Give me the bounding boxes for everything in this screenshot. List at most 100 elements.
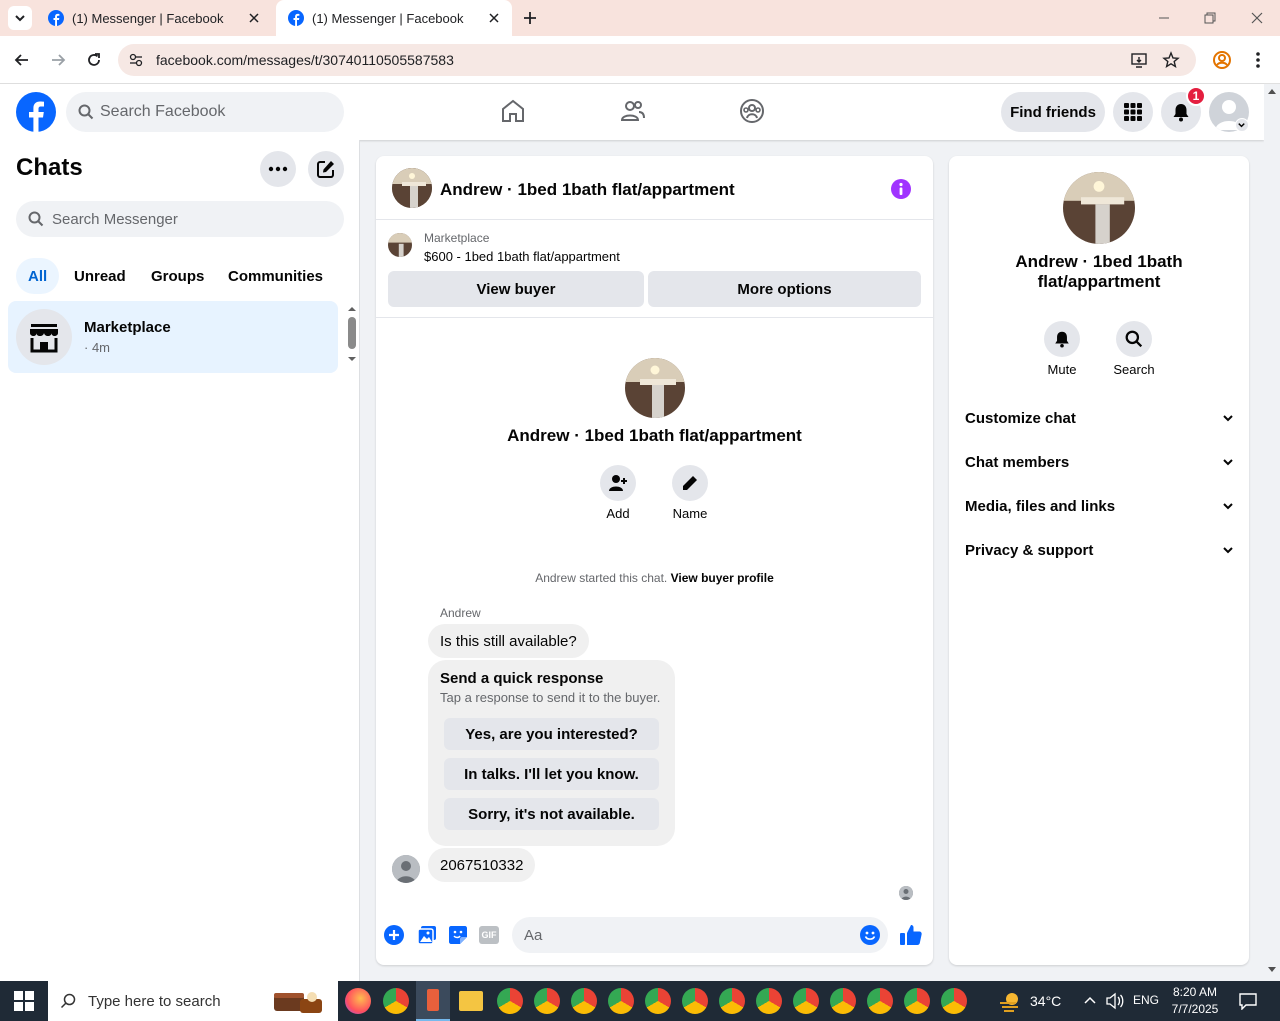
menu-grid-button[interactable] <box>1113 92 1153 132</box>
browser-tab-1[interactable]: (1) Messenger | Facebook <box>36 0 272 36</box>
more-actions-button[interactable] <box>384 925 404 945</box>
message-input[interactable]: Aa <box>512 917 888 953</box>
chrome-profile-taskbar-icon[interactable] <box>867 988 893 1014</box>
chrome-profile-taskbar-icon[interactable] <box>719 988 745 1014</box>
chrome-profile-taskbar-icon[interactable] <box>534 988 560 1014</box>
filter-all[interactable]: All <box>16 258 60 294</box>
weather-widget[interactable]: 34°C <box>998 988 1064 1014</box>
privacy-support-section[interactable]: Privacy & support <box>965 535 1235 565</box>
new-tab-button[interactable] <box>520 8 540 28</box>
chat-members-section[interactable]: Chat members <box>965 447 1235 477</box>
browser-menu-button[interactable] <box>1250 50 1266 70</box>
chrome-profile-taskbar-icon[interactable] <box>904 988 930 1014</box>
scroll-down-arrow-icon[interactable] <box>346 355 358 363</box>
scroll-up-arrow-icon[interactable] <box>1268 88 1276 94</box>
chrome-profile-taskbar-icon[interactable] <box>571 988 597 1014</box>
sender-avatar[interactable] <box>392 855 420 883</box>
facebook-search-input[interactable]: Search Facebook <box>66 92 344 132</box>
close-window-button[interactable] <box>1249 10 1265 26</box>
install-app-icon[interactable] <box>1130 51 1148 69</box>
volume-button[interactable] <box>1105 992 1125 1010</box>
back-button[interactable] <box>12 50 32 70</box>
chrome-profile-taskbar-icon[interactable] <box>756 988 782 1014</box>
quick-response-in-talks[interactable]: In talks. I'll let you know. <box>444 758 659 790</box>
media-files-links-section[interactable]: Media, files and links <box>965 491 1235 521</box>
listing-title[interactable]: $600 - 1bed 1bath flat/appartment <box>424 249 620 264</box>
find-friends-button[interactable]: Find friends <box>1001 92 1105 132</box>
header-avatar[interactable] <box>392 168 432 208</box>
nav-home[interactable] <box>500 98 526 124</box>
quick-response-not-available[interactable]: Sorry, it's not available. <box>444 798 659 830</box>
conversation-info-button[interactable] <box>890 178 912 200</box>
chrome-taskbar-icon[interactable] <box>383 988 409 1014</box>
close-tab-icon[interactable] <box>246 10 262 26</box>
chrome-profile-taskbar-icon[interactable] <box>645 988 671 1014</box>
site-settings-icon[interactable] <box>128 52 144 68</box>
minimize-window-button[interactable] <box>1156 10 1172 26</box>
groups-icon <box>740 99 764 123</box>
listing-thumbnail[interactable] <box>388 233 412 257</box>
sidebar-scrollbar[interactable] <box>346 305 358 367</box>
photo-icon <box>417 926 436 945</box>
scrollbar-thumb[interactable] <box>348 317 356 349</box>
filter-communities[interactable]: Communities <box>216 258 335 294</box>
emoji-icon[interactable] <box>860 925 880 945</box>
browser-tab-2-active[interactable]: (1) Messenger | Facebook <box>276 0 512 36</box>
clock[interactable]: 8:20 AM 7/7/2025 <box>1166 984 1224 1018</box>
page-scrollbar[interactable] <box>1264 84 1280 981</box>
taskbar-search-input[interactable]: Type here to search <box>48 981 338 1021</box>
mute-button[interactable] <box>1044 321 1080 357</box>
tab-list-button[interactable] <box>8 6 32 30</box>
chevron-down-icon <box>1223 415 1233 422</box>
facebook-logo[interactable] <box>16 92 56 132</box>
new-message-button[interactable] <box>308 151 344 187</box>
firefox-taskbar-icon[interactable] <box>345 988 371 1014</box>
sticker-button[interactable] <box>448 925 468 945</box>
start-button[interactable] <box>14 991 34 1011</box>
add-people-button[interactable] <box>600 465 636 501</box>
customize-chat-section[interactable]: Customize chat <box>965 403 1235 433</box>
send-like-button[interactable] <box>899 923 923 947</box>
chrome-profile-taskbar-icon[interactable] <box>793 988 819 1014</box>
profile-button[interactable] <box>1212 50 1232 70</box>
chrome-profile-taskbar-icon[interactable] <box>608 988 634 1014</box>
view-buyer-button[interactable]: View buyer <box>388 271 644 307</box>
bookmark-star-icon[interactable] <box>1162 51 1180 69</box>
account-menu-chevron[interactable] <box>1235 118 1249 132</box>
show-hidden-icons-button[interactable] <box>1083 994 1097 1008</box>
more-options-button[interactable]: More options <box>648 271 921 307</box>
forward-button[interactable] <box>48 50 68 70</box>
filter-groups[interactable]: Groups <box>139 258 216 294</box>
restore-window-button[interactable] <box>1202 10 1218 26</box>
url-bar[interactable]: facebook.com/messages/t/3074011050558758… <box>118 44 1196 76</box>
view-buyer-profile-link[interactable]: View buyer profile <box>671 571 774 585</box>
chrome-profile-taskbar-icon[interactable] <box>497 988 523 1014</box>
scroll-up-arrow-icon[interactable] <box>346 305 358 313</box>
action-center-button[interactable] <box>1238 992 1258 1010</box>
conversation-title[interactable]: Andrew · 1bed 1bath flat/appartment <box>440 180 735 200</box>
profile-avatar[interactable] <box>625 358 685 418</box>
chat-list-item-marketplace[interactable]: Marketplace · 4m <box>8 301 338 373</box>
chrome-profile-taskbar-icon[interactable] <box>830 988 856 1014</box>
message-bubble[interactable]: 2067510332 <box>428 848 536 882</box>
search-in-conversation-button[interactable] <box>1116 321 1152 357</box>
message-bubble[interactable]: Is this still available? <box>428 624 589 658</box>
chats-options-button[interactable] <box>260 151 296 187</box>
quick-response-yes[interactable]: Yes, are you interested? <box>444 718 659 750</box>
chrome-profile-taskbar-icon[interactable] <box>941 988 967 1014</box>
chrome-profile-taskbar-icon[interactable] <box>682 988 708 1014</box>
reload-button[interactable] <box>84 50 104 70</box>
filter-unread[interactable]: Unread <box>62 258 138 294</box>
scroll-down-arrow-icon[interactable] <box>1268 967 1276 973</box>
language-indicator[interactable]: ENG <box>1133 993 1159 1007</box>
attach-media-button[interactable] <box>417 925 437 945</box>
gif-button[interactable]: GIF <box>479 926 499 944</box>
file-explorer-taskbar-icon[interactable] <box>459 991 483 1011</box>
nav-friends[interactable] <box>620 98 646 124</box>
name-chat-button[interactable] <box>672 465 708 501</box>
messenger-search-input[interactable]: Search Messenger <box>16 201 344 237</box>
nav-groups[interactable] <box>739 98 765 124</box>
close-tab-icon[interactable] <box>486 10 502 26</box>
info-avatar[interactable] <box>1063 172 1135 244</box>
app-taskbar-icon-active[interactable] <box>416 981 450 1021</box>
